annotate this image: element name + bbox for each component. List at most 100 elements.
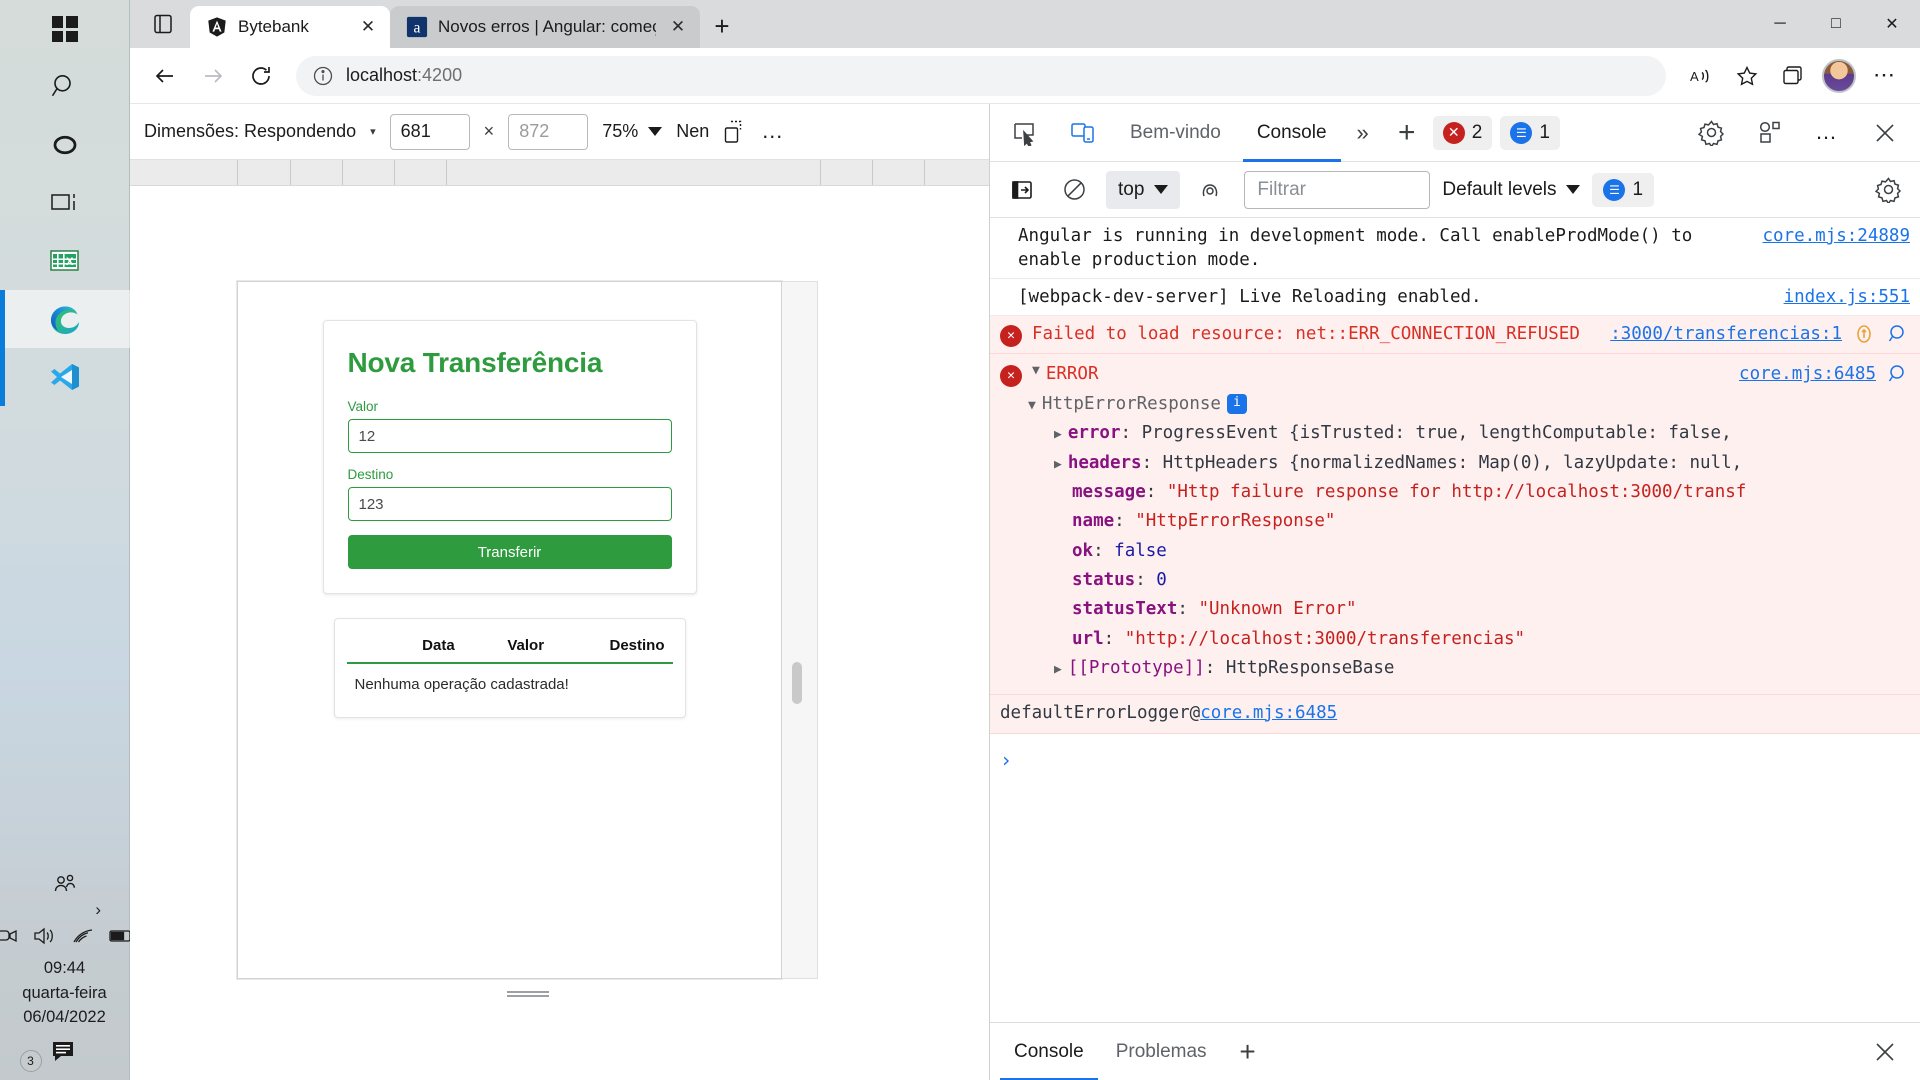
add-panel-button[interactable]: + [1381,104,1433,162]
camera-icon[interactable] [0,927,19,945]
message-text: Angular is running in development mode. … [1018,226,1703,271]
drawer-tab-console[interactable]: Console [998,1023,1100,1080]
valor-input[interactable]: 12 [347,419,672,453]
page-frame: Nova Transferência Valor 12 Destino 123 … [237,281,782,979]
info-circle-icon[interactable] [312,65,334,87]
excel-button[interactable]: X [0,232,130,290]
zoom-value: 75% [602,121,639,141]
console-settings-button[interactable] [1868,170,1908,210]
destino-input[interactable]: 123 [347,487,672,521]
collections-button[interactable] [1772,55,1814,97]
expand-triangle-icon[interactable]: ▼ [1028,398,1042,413]
prompt-symbol: › [1000,747,1013,772]
console-sidebar-toggle[interactable] [1002,170,1042,210]
error-object-header: ✕ ▼ ERROR core.mjs:6485 [1000,354,1910,389]
resize-handle-bottom[interactable] [237,979,818,1009]
expand-triangle-icon[interactable]: ▶ [1054,427,1068,442]
height-input[interactable]: 872 [508,113,589,150]
volume-icon[interactable] [33,926,57,946]
more-panels-button[interactable]: » [1345,120,1381,146]
clear-console-button[interactable] [1054,170,1094,210]
show-hidden-icons-button[interactable]: › [0,900,129,920]
info-count-badge[interactable]: ☰ 1 [1500,115,1560,150]
wifi-icon[interactable] [71,926,95,946]
close-window-button[interactable]: ✕ [1864,0,1920,48]
message-source-link[interactable]: core.mjs:24889 [1748,224,1910,272]
browser-tab-alura[interactable]: a Novos erros | Angular: começan ✕ [390,6,700,48]
profile-button[interactable] [1818,55,1860,97]
edge-button[interactable] [0,290,130,348]
devtools-close-button[interactable] [1856,104,1914,162]
address-bar[interactable]: localhost:4200 [296,55,1666,96]
error-label: ERROR [1045,364,1099,385]
forward-button[interactable] [192,55,234,97]
view-issue-button[interactable] [1842,322,1876,347]
search-button[interactable] [0,58,130,116]
info-badge-icon[interactable]: i [1226,393,1247,414]
task-view-button[interactable] [0,174,130,232]
message-source-link[interactable]: :3000/transferencias:1 [1596,322,1842,347]
width-input[interactable]: 681 [389,113,470,150]
browser-navbar: localhost:4200 A ⋯ [130,48,1920,104]
expand-triangle-icon[interactable]: ▶ [1054,662,1068,677]
read-aloud-button[interactable]: A [1680,55,1722,97]
live-expression-button[interactable] [1192,170,1232,210]
avatar [1822,58,1856,93]
reload-button[interactable] [240,55,282,97]
info-level-badge[interactable]: ☰ 1 [1592,172,1655,207]
cortana-button[interactable] [0,116,130,174]
expand-triangle-icon[interactable]: ▼ [1032,362,1046,381]
drawer-close-button[interactable] [1872,1039,1912,1065]
collections-icon [1783,65,1802,84]
vscode-button[interactable] [0,348,130,406]
back-button[interactable] [144,55,186,97]
error-classname: HttpErrorResponse [1041,393,1221,414]
tab-console[interactable]: Console [1239,104,1345,162]
dimensions-label[interactable]: Dimensões: Respondendo [144,121,356,142]
devtools-more-button[interactable]: … [1798,104,1856,162]
taskbar-clock[interactable]: 09:44 quarta-feira 06/04/2022 [22,956,106,1036]
browser-tab-bytebank[interactable]: Bytebank ✕ [190,6,390,48]
property-value: 0 [1156,570,1167,591]
scrollbar-thumb[interactable] [792,662,802,704]
search-message-button[interactable] [1876,362,1910,386]
settings-and-more-button[interactable]: ⋯ [1864,55,1906,97]
people-button[interactable] [51,864,79,900]
drawer-add-tab-button[interactable]: + [1223,1023,1273,1080]
console-filter-input[interactable]: Filtrar [1244,170,1431,209]
console-messages: Angular is running in development mode. … [990,218,1920,1022]
transferir-button[interactable]: Transferir [347,535,672,569]
inspect-element-button[interactable] [996,104,1054,162]
stack-source-link[interactable]: core.mjs:6485 [1200,703,1337,723]
message-source-link[interactable]: index.js:551 [1770,285,1910,309]
error-icon: ✕ [1000,365,1022,388]
log-levels-select[interactable]: Default levels [1442,179,1581,201]
console-prompt[interactable]: › [990,734,1920,786]
maximize-button[interactable]: □ [1808,0,1864,48]
error-source-link[interactable]: core.mjs:6485 [1739,362,1876,387]
tab-bem-vindo[interactable]: Bem-vindo [1112,104,1239,162]
page-scrollbar[interactable] [782,281,818,979]
close-icon[interactable]: ✕ [666,15,690,39]
favorite-button[interactable] [1726,55,1768,97]
device-toolbar-toggle[interactable] [1054,104,1112,162]
chat-button[interactable]: 3 [19,1036,80,1080]
tab-actions-button[interactable] [136,0,190,48]
rotate-device-button[interactable] [723,119,747,145]
new-tab-button[interactable]: + [700,4,744,48]
close-icon[interactable]: ✕ [356,15,380,39]
error-count-badge[interactable]: ✕ 2 [1432,115,1493,150]
browser-toolbar-actions: A ⋯ [1680,55,1906,97]
dimensions-dropdown-caret[interactable]: ▾ [370,125,376,138]
zoom-select[interactable]: 75% [602,121,663,142]
javascript-context-select[interactable]: top [1106,170,1181,209]
search-message-button[interactable] [1876,322,1910,347]
drawer-tab-problemas[interactable]: Problemas [1100,1023,1223,1080]
device-more-options-button[interactable]: … [761,120,785,142]
throttling-select[interactable]: Nen [676,121,709,142]
customize-devtools-button[interactable] [1740,104,1798,162]
expand-triangle-icon[interactable]: ▶ [1054,457,1068,472]
minimize-button[interactable]: ─ [1752,0,1808,48]
devtools-settings-button[interactable] [1682,104,1740,162]
start-button[interactable] [0,0,130,58]
